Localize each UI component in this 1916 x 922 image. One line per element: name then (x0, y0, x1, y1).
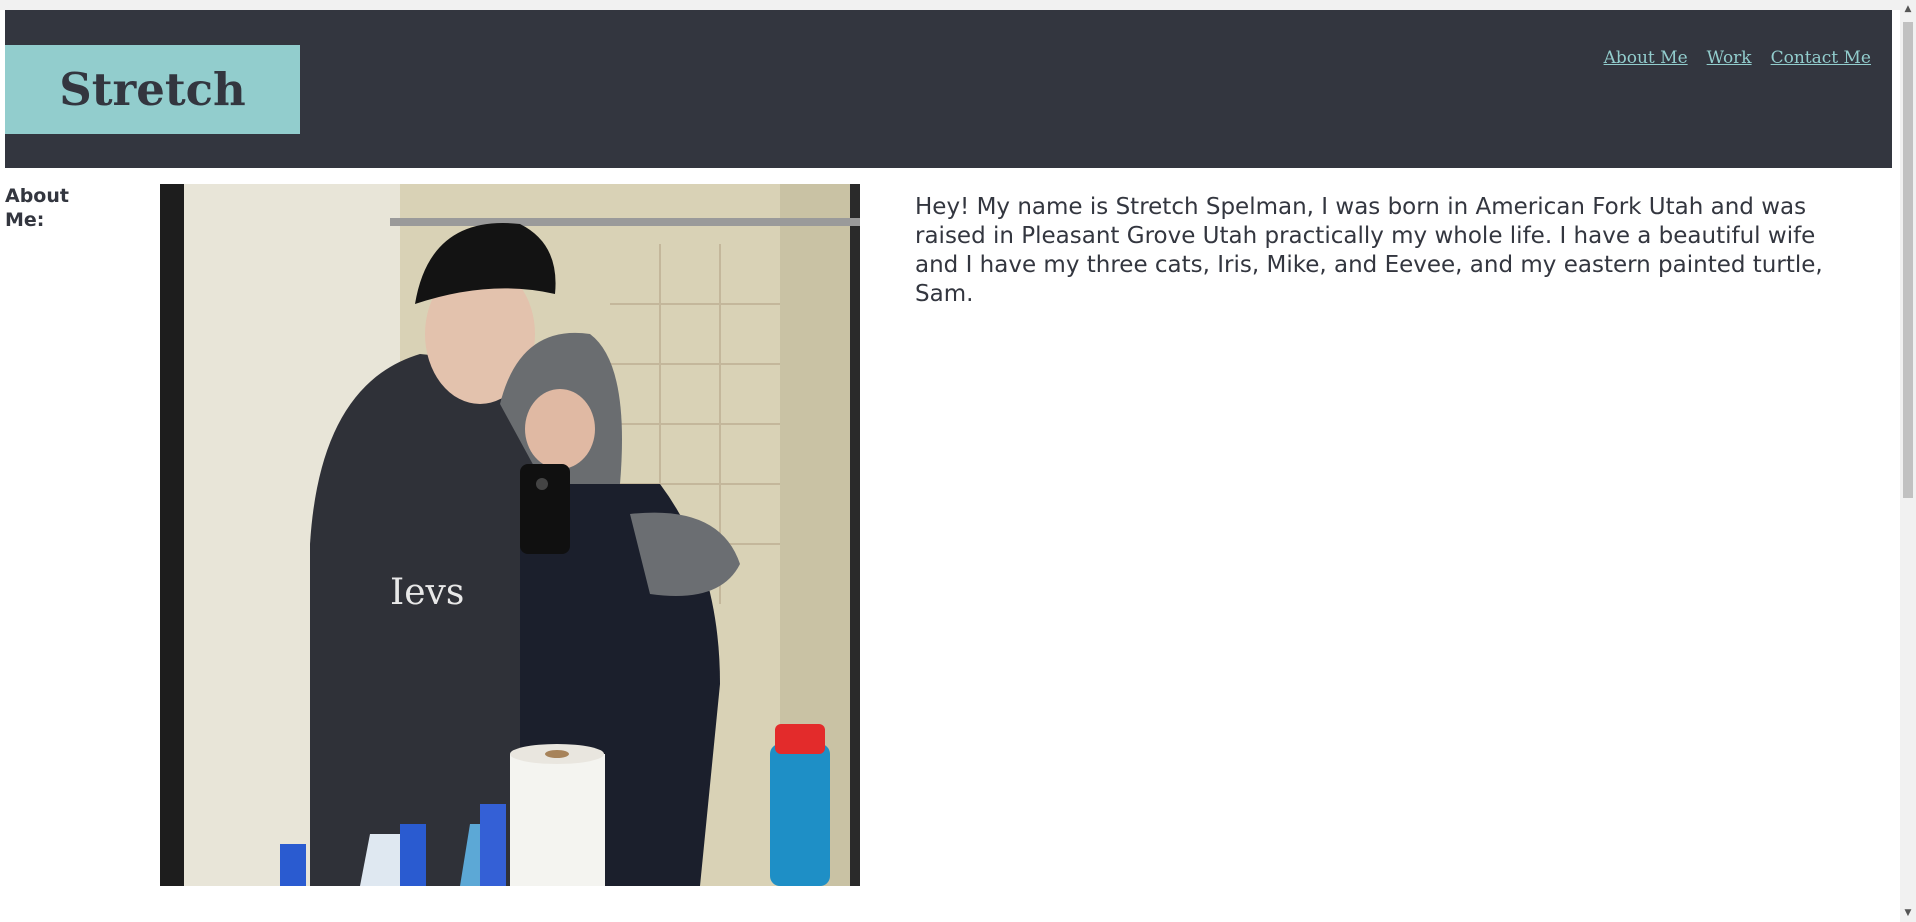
svg-text:Ievs: Ievs (390, 572, 464, 613)
nav-link-work[interactable]: Work (1707, 48, 1752, 68)
about-me-heading: About Me: (5, 185, 69, 231)
scroll-up-icon[interactable]: ▲ (1900, 2, 1916, 16)
bio-text: Hey! My name is Stretch Spelman, I was b… (915, 194, 1823, 307)
scroll-thumb[interactable] (1903, 22, 1913, 498)
main-nav: About Me Work Contact Me (1604, 48, 1871, 68)
logo-text: Stretch (59, 63, 246, 116)
scroll-down-icon[interactable]: ▼ (1900, 906, 1916, 920)
scrollbar[interactable]: ▲ ▼ (1900, 0, 1916, 922)
site-header: Stretch About Me Work Contact Me (5, 10, 1892, 168)
page: Stretch About Me Work Contact Me About M… (0, 0, 1916, 922)
browser-top-strip (0, 0, 1916, 10)
logo[interactable]: Stretch (5, 45, 300, 134)
nav-link-contact-me[interactable]: Contact Me (1771, 48, 1871, 68)
nav-link-about-me[interactable]: About Me (1604, 48, 1688, 68)
profile-photo: Ievs (160, 184, 860, 886)
